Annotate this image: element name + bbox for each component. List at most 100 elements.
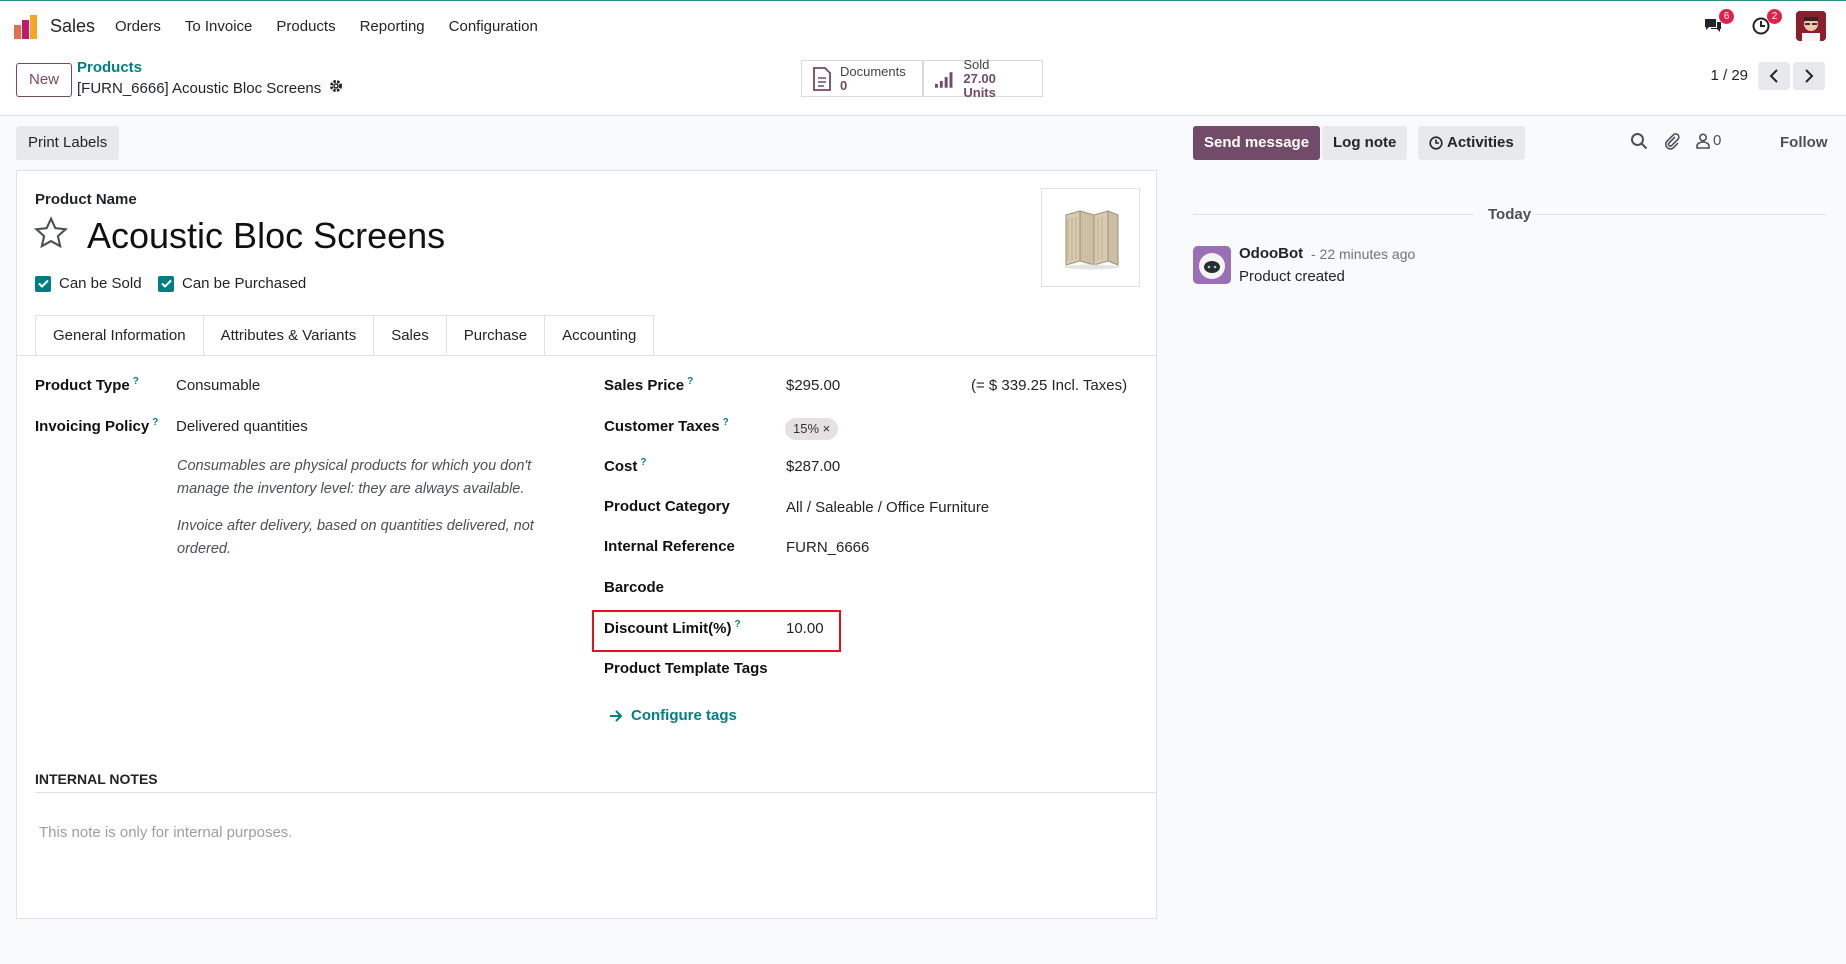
help-tooltip-icon[interactable]: ? <box>640 457 646 468</box>
print-labels-button[interactable]: Print Labels <box>16 126 120 160</box>
configure-tags-label: Configure tags <box>631 707 737 724</box>
customer-taxes-label: Customer Taxes? <box>604 417 729 435</box>
messages-button[interactable]: 6 <box>1698 9 1734 41</box>
message-author[interactable]: OdooBot <box>1239 245 1303 262</box>
customer-taxes-label-text: Customer Taxes <box>604 418 720 435</box>
sales-price-label-text: Sales Price <box>604 377 685 394</box>
documents-smart-button[interactable]: Documents 0 <box>801 60 923 97</box>
signal-bars-icon <box>934 71 953 88</box>
barcode-label: Barcode <box>604 579 665 596</box>
breadcrumb-current-label: [FURN_6666] Acoustic Bloc Screens <box>77 79 322 97</box>
invoicing-policy-select[interactable]: Delivered quantities <box>176 418 308 435</box>
internal-reference-input[interactable]: FURN_6666 <box>786 539 869 556</box>
pager-next-button[interactable] <box>1793 62 1825 90</box>
sales-price-input[interactable]: $295.00 <box>786 377 840 394</box>
product-form-sheet: Product Name Acoustic Bloc Screens Can b… <box>16 170 1157 919</box>
message-time: - 22 minutes ago <box>1311 246 1416 262</box>
product-name-input[interactable]: Acoustic Bloc Screens <box>87 215 445 257</box>
user-icon <box>1696 132 1710 149</box>
invoicing-policy-label: Invoicing Policy? <box>35 417 158 435</box>
cost-label-text: Cost <box>604 458 638 475</box>
sold-smart-button[interactable]: Sold 27.00 Units <box>923 56 1043 100</box>
tab-general-information[interactable]: General Information <box>35 315 204 356</box>
product-category-label: Product Category <box>604 498 730 515</box>
tax-tag-label: 15% <box>793 421 820 436</box>
main-menu: Orders To Invoice Products Reporting Con… <box>115 18 562 35</box>
sales-price-label: Sales Price? <box>604 376 693 394</box>
new-button[interactable]: New <box>16 63 73 97</box>
checkbox-checked-icon <box>158 275 174 292</box>
arrow-right-icon <box>610 709 623 722</box>
activities-button[interactable]: 2 <box>1746 9 1782 41</box>
sold-value: 27.00 Units <box>963 70 996 100</box>
paperclip-icon <box>1664 133 1680 150</box>
favorite-star-icon[interactable] <box>33 215 69 255</box>
top-navbar: Sales Orders To Invoice Products Reporti… <box>0 0 1846 52</box>
activities-label: Activities <box>1447 134 1514 151</box>
chevron-right-icon <box>1805 69 1814 83</box>
help-tooltip-icon[interactable]: ? <box>152 417 158 428</box>
user-avatar[interactable] <box>1796 11 1826 41</box>
folding-screen-image <box>1063 209 1120 269</box>
pager-counter[interactable]: 1 / 29 <box>1710 67 1748 84</box>
messages-badge: 6 <box>1719 9 1734 24</box>
tab-accounting[interactable]: Accounting <box>545 315 655 356</box>
invoice-policy-help-text: Invoice after delivery, based on quantit… <box>177 518 534 557</box>
tab-sales[interactable]: Sales <box>374 315 447 356</box>
product-type-select[interactable]: Consumable <box>176 377 260 394</box>
search-icon <box>1631 133 1648 150</box>
gear-icon[interactable] <box>329 79 343 97</box>
chevron-left-icon <box>1769 69 1778 83</box>
tab-purchase[interactable]: Purchase <box>446 315 546 356</box>
followers-button[interactable]: 0 <box>1696 132 1721 149</box>
navbar-systray: 6 2 <box>1680 9 1826 41</box>
cost-input[interactable]: $287.00 <box>786 458 840 475</box>
followers-count: 0 <box>1713 132 1722 149</box>
sold-label: Sold <box>963 56 990 72</box>
pager-previous-button[interactable] <box>1758 62 1790 90</box>
can-be-purchased-label: Can be Purchased <box>182 275 307 292</box>
discount-limit-highlight <box>592 610 841 652</box>
invoicing-policy-label-text: Invoicing Policy <box>35 418 150 435</box>
configure-tags-link[interactable]: Configure tags <box>609 707 737 724</box>
product-image[interactable] <box>1041 188 1140 287</box>
menu-products[interactable]: Products <box>276 18 335 35</box>
product-category-select[interactable]: All / Saleable / Office Furniture <box>786 499 989 516</box>
remove-tag-icon[interactable]: × <box>823 421 831 436</box>
help-tooltip-icon[interactable]: ? <box>687 376 693 387</box>
attachments-button[interactable] <box>1663 132 1681 150</box>
tab-attributes-variants[interactable]: Attributes & Variants <box>203 315 375 356</box>
consumable-help-text: Consumables are physical products for wh… <box>177 458 532 497</box>
can-be-purchased-checkbox[interactable]: Can be Purchased <box>158 275 306 292</box>
send-message-button[interactable]: Send message <box>1193 126 1321 160</box>
message-body: Product created <box>1239 268 1345 285</box>
can-be-sold-checkbox[interactable]: Can be Sold <box>35 275 142 292</box>
log-note-button[interactable]: Log note <box>1322 126 1408 160</box>
documents-label: Documents <box>840 63 906 79</box>
app-name[interactable]: Sales <box>50 16 95 37</box>
can-be-sold-label: Can be Sold <box>59 275 142 292</box>
activities-badge: 2 <box>1767 9 1782 24</box>
internal-notes-input[interactable]: This note is only for internal purposes. <box>39 824 292 841</box>
document-icon <box>813 66 831 91</box>
menu-to-invoice[interactable]: To Invoice <box>185 18 253 35</box>
follow-button[interactable]: Follow <box>1780 134 1828 151</box>
menu-reporting[interactable]: Reporting <box>360 18 425 35</box>
menu-configuration[interactable]: Configuration <box>449 18 538 35</box>
odoobot-avatar[interactable] <box>1193 246 1231 284</box>
template-tags-label: Product Template Tags <box>604 660 768 677</box>
help-tooltip-icon[interactable]: ? <box>723 417 729 428</box>
help-tooltip-icon[interactable]: ? <box>133 376 139 387</box>
notes-divider <box>35 792 1156 793</box>
search-messages-button[interactable] <box>1630 132 1648 150</box>
barcode-input[interactable] <box>786 579 986 599</box>
breadcrumb-products[interactable]: Products <box>77 59 142 76</box>
activities-button-chatter[interactable]: Activities <box>1418 126 1525 160</box>
internal-notes-heading: INTERNAL NOTES <box>35 771 158 787</box>
sales-app-icon[interactable] <box>14 15 40 39</box>
date-separator-line-left <box>1193 214 1473 215</box>
product-name-label: Product Name <box>35 191 137 208</box>
clock-icon <box>1429 136 1443 150</box>
tab-divider <box>17 355 1156 356</box>
menu-orders[interactable]: Orders <box>115 18 161 35</box>
